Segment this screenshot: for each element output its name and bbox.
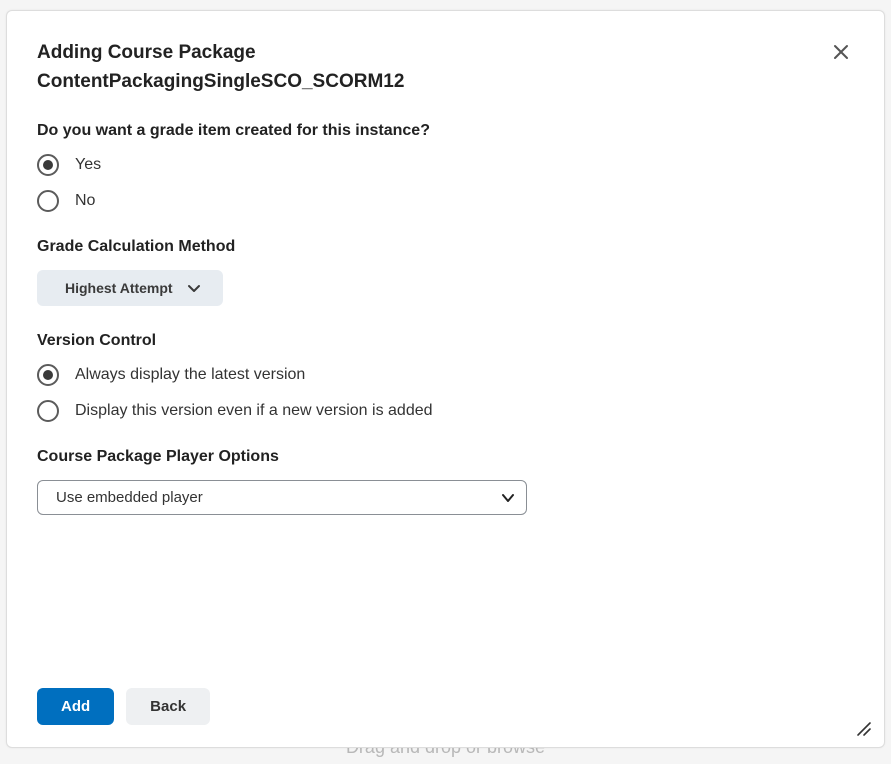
- grade-item-section: Do you want a grade item created for thi…: [37, 122, 854, 212]
- modal-header: Adding Course Package ContentPackagingSi…: [37, 39, 854, 96]
- grade-item-yes-radio[interactable]: Yes: [37, 154, 854, 176]
- resize-handle-icon[interactable]: [854, 719, 872, 737]
- grade-item-no-radio[interactable]: No: [37, 190, 854, 212]
- radio-icon: [37, 400, 59, 422]
- radio-icon: [37, 190, 59, 212]
- version-fixed-radio[interactable]: Display this version even if a new versi…: [37, 400, 854, 422]
- add-course-package-modal: Adding Course Package ContentPackagingSi…: [6, 10, 885, 748]
- radio-label: Display this version even if a new versi…: [75, 402, 433, 420]
- grade-calc-section: Grade Calculation Method Highest Attempt: [37, 238, 854, 306]
- version-control-label: Version Control: [37, 332, 854, 350]
- radio-label: Yes: [75, 156, 101, 174]
- grade-calc-dropdown[interactable]: Highest Attempt: [37, 270, 223, 306]
- back-button[interactable]: Back: [126, 688, 210, 725]
- grade-calc-label: Grade Calculation Method: [37, 238, 854, 256]
- radio-icon: [37, 154, 59, 176]
- add-button[interactable]: Add: [37, 688, 114, 725]
- modal-title-line1: Adding Course Package: [37, 42, 256, 63]
- close-button[interactable]: [828, 39, 854, 65]
- player-options-select-wrap: Use embedded player: [37, 480, 527, 515]
- radio-icon: [37, 364, 59, 386]
- close-icon: [832, 43, 850, 61]
- chevron-down-icon: [187, 281, 201, 295]
- player-options-section: Course Package Player Options Use embedd…: [37, 448, 854, 515]
- radio-label: No: [75, 192, 95, 210]
- grade-calc-selected: Highest Attempt: [65, 280, 173, 296]
- modal-footer: Add Back: [37, 668, 854, 725]
- modal-title-line2: ContentPackagingSingleSCO_SCORM12: [37, 71, 404, 92]
- modal-title: Adding Course Package ContentPackagingSi…: [37, 39, 404, 96]
- player-options-select[interactable]: Use embedded player: [37, 480, 527, 515]
- player-options-label: Course Package Player Options: [37, 448, 854, 466]
- version-latest-radio[interactable]: Always display the latest version: [37, 364, 854, 386]
- version-control-section: Version Control Always display the lates…: [37, 332, 854, 422]
- radio-label: Always display the latest version: [75, 366, 305, 384]
- grade-item-question: Do you want a grade item created for thi…: [37, 122, 854, 140]
